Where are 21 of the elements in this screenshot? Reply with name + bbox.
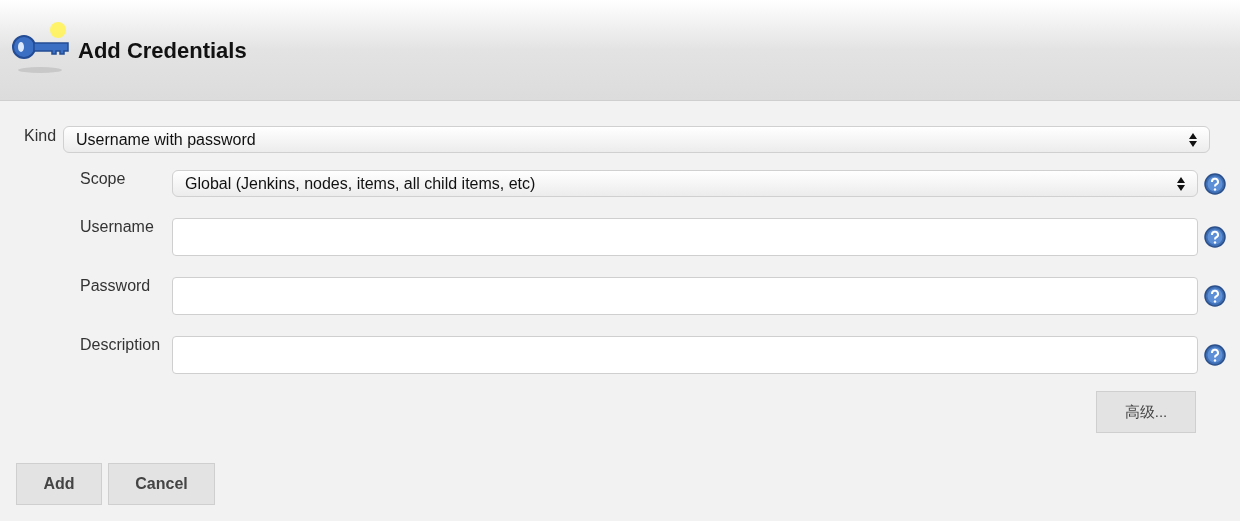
form-button[interactable]: Add — [16, 463, 102, 505]
text-field[interactable] — [172, 218, 1198, 256]
kind-select[interactable]: Username with password — [63, 126, 1210, 153]
text-field[interactable] — [172, 277, 1198, 315]
field-label: Description — [80, 336, 162, 354]
field-label: Password — [80, 277, 152, 295]
sort-arrows-icon — [1177, 176, 1185, 191]
help-icon[interactable] — [1204, 285, 1226, 307]
sort-arrows-icon — [1189, 132, 1197, 147]
page-title: Add Credentials — [78, 37, 247, 65]
form-button[interactable]: Cancel — [108, 463, 215, 505]
advanced-button[interactable]: 高级... — [1096, 391, 1196, 433]
field-label: Scope — [80, 170, 127, 188]
field-label: Kind — [24, 126, 57, 146]
text-field[interactable] — [172, 336, 1198, 374]
key-icon — [10, 20, 72, 76]
field-label: Username — [80, 218, 155, 236]
scope-select[interactable]: Global (Jenkins, nodes, items, all child items, etc) — [172, 170, 1198, 197]
help-icon[interactable] — [1204, 172, 1226, 195]
help-icon[interactable] — [1204, 226, 1226, 248]
help-icon[interactable] — [1204, 344, 1226, 366]
